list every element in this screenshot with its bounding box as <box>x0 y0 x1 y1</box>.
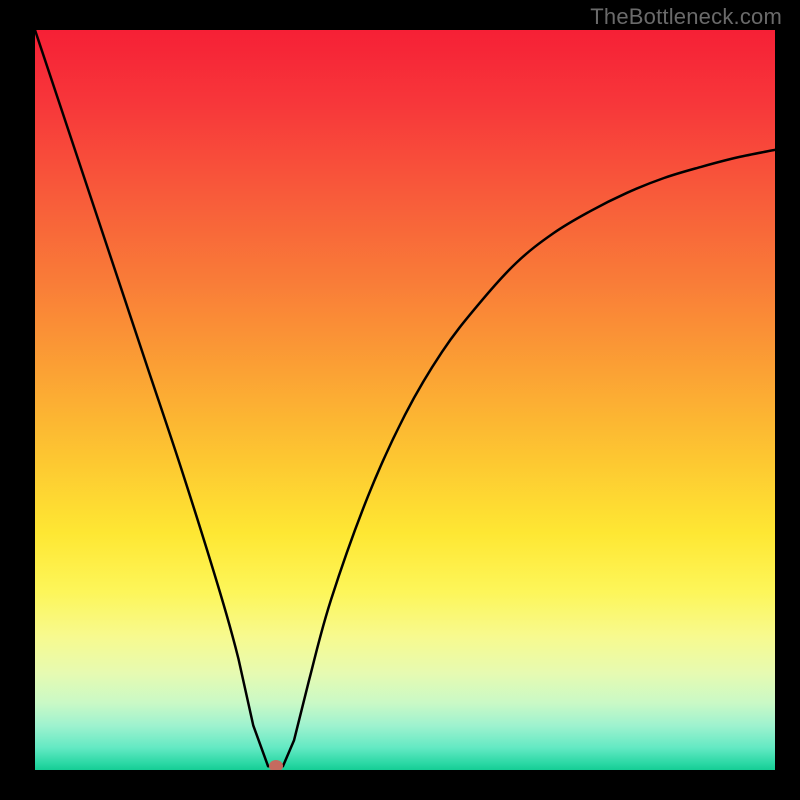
chart-frame: TheBottleneck.com <box>0 0 800 800</box>
watermark-text: TheBottleneck.com <box>590 4 782 30</box>
curve-svg <box>35 30 775 770</box>
plot-area <box>35 30 775 770</box>
minimum-marker <box>269 760 283 770</box>
bottleneck-curve-path <box>35 30 775 766</box>
